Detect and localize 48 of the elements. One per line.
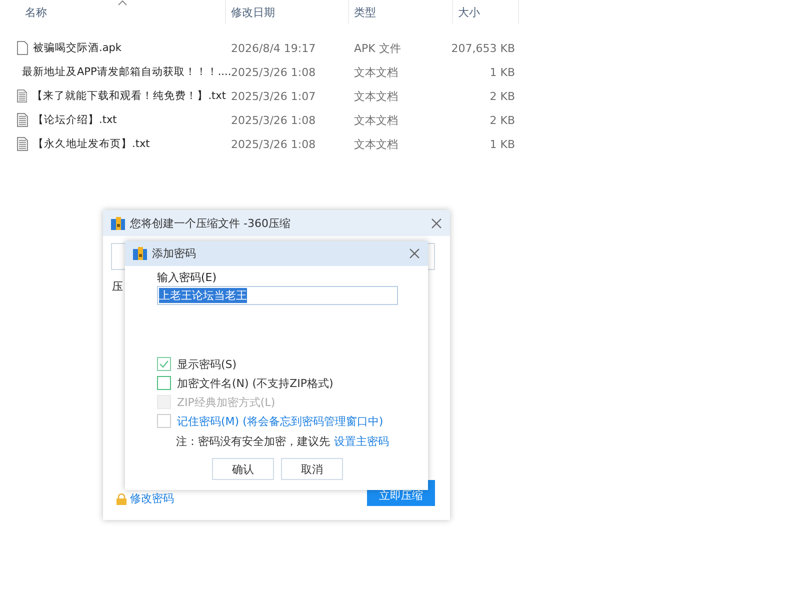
file-name[interactable]: 【永久地址发布页】.txt (33, 137, 150, 151)
file-type: 文本文档 (354, 88, 398, 104)
file-name[interactable]: 最新地址及APP请发邮箱自动获取！！！.... (22, 65, 232, 79)
confirm-button[interactable]: 确认 (212, 458, 274, 480)
close-icon[interactable] (431, 218, 442, 228)
column-header[interactable]: 类型 (349, 0, 453, 24)
change-password-link[interactable]: 修改密码 (130, 491, 174, 506)
set-master-password-link[interactable]: 设置主密码 (334, 434, 389, 449)
option-checkbox[interactable]: 加密文件名(N) (不支持ZIP格式) (157, 375, 408, 391)
cancel-button[interactable]: 取消 (281, 458, 343, 480)
column-header[interactable]: 名称 (0, 0, 226, 24)
window-title: 您将创建一个压缩文件 -360压缩 (130, 216, 292, 230)
dialog-title: 添加密码 (152, 246, 197, 261)
text-file-icon (17, 137, 28, 151)
file-name[interactable]: 【论坛介绍】.txt (33, 113, 117, 127)
password-field[interactable]: 上老王论坛当老王 (157, 286, 398, 305)
file-type: 文本文档 (354, 112, 398, 128)
close-icon[interactable] (409, 248, 420, 259)
file-date: 2025/3/26 1:08 (231, 66, 316, 78)
file-size: 1 KB (490, 138, 515, 150)
file-date: 2025/3/26 1:08 (231, 138, 316, 150)
file-name[interactable]: 【来了就能下载和观看！纯免费！】.txt (32, 89, 226, 103)
file-size: 2 KB (490, 114, 515, 126)
lock-icon (116, 492, 127, 504)
text-file-icon (17, 113, 28, 127)
option-checkbox[interactable]: 记住密码(M) (将会备忘到密码管理窗口中) (157, 413, 408, 429)
column-header[interactable]: 修改日期 (226, 0, 349, 24)
note-text: 注：密码没有安全加密，建议先 (176, 434, 330, 449)
file-size: 1 KB (490, 66, 515, 78)
column-header[interactable]: 大小 (453, 0, 519, 24)
field-label: 压 (112, 279, 124, 294)
check-icon (159, 360, 169, 368)
file-size: 207,653 KB (451, 42, 515, 54)
file-type: 文本文档 (354, 64, 398, 80)
sort-caret-icon (118, 0, 127, 6)
file-date: 2025/3/26 1:07 (231, 90, 316, 102)
file-size: 2 KB (490, 90, 515, 102)
file-date: 2025/3/26 1:08 (231, 114, 316, 126)
file-icon (17, 41, 28, 55)
file-type: 文本文档 (354, 136, 398, 152)
option-checkbox[interactable]: 显示密码(S) (157, 356, 408, 372)
text-file-icon (17, 89, 28, 103)
file-type: APK 文件 (354, 40, 401, 56)
archive-icon (133, 247, 147, 260)
file-date: 2026/8/4 19:17 (231, 42, 316, 54)
password-label: 输入密码(E) (157, 270, 218, 285)
archive-icon (111, 216, 125, 230)
file-name[interactable]: 被骗喝交际酒.apk (33, 41, 122, 55)
